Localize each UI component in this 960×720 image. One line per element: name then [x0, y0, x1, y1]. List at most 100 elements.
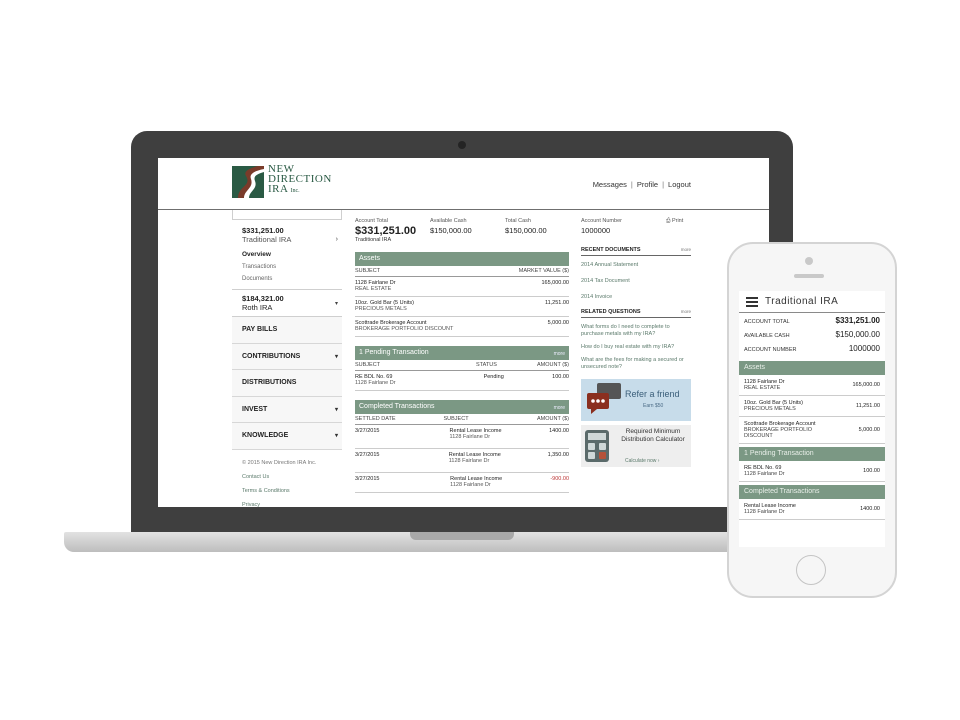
brand-name: NEW DIRECTION IRA Inc.	[268, 164, 332, 196]
col-subject: SUBJECT	[355, 268, 381, 274]
summary-label: ACCOUNT NUMBER	[744, 347, 797, 353]
related-questions-header: RELATED QUESTIONS more	[581, 309, 691, 318]
nav-separator: |	[630, 180, 633, 189]
refer-subtitle: Earn $50	[643, 403, 664, 409]
stat-label: Account Total	[355, 218, 388, 224]
chevron-right-icon: ›	[335, 236, 338, 243]
phone-speaker	[794, 274, 824, 278]
sidebar-link-documents[interactable]: Documents	[232, 273, 342, 285]
col-subject: SUBJECT	[355, 362, 381, 368]
profile-link[interactable]: Profile	[637, 180, 658, 189]
mobile-title: Traditional IRA	[765, 296, 839, 307]
sidebar-item-label: PAY BILLS	[242, 326, 278, 333]
question-link[interactable]: What forms do I need to complete to purc…	[581, 324, 691, 338]
calculate-now-link[interactable]: Calculate now ›	[625, 458, 659, 464]
row-subtitle: 1128 Fairlane Dr	[744, 471, 785, 477]
refer-title: Refer a friend	[625, 389, 680, 399]
row-value: 100.00	[863, 468, 880, 474]
chat-bubbles-icon	[587, 383, 621, 414]
assets-columns: SUBJECT MARKET VALUE ($)	[355, 266, 569, 277]
logout-link[interactable]: Logout	[668, 180, 691, 189]
more-link[interactable]: more	[681, 247, 691, 252]
desktop-screen: NEW DIRECTION IRA Inc. Messages | Profile | L…	[158, 158, 769, 507]
stat-value: $150,000.00	[505, 226, 547, 235]
rmd-calculator-card[interactable]: Required Minimum Distribution Calculator…	[581, 425, 691, 467]
recent-documents-header: RECENT DOCUMENTS more	[581, 247, 691, 256]
row-amount: 100.00	[552, 374, 569, 380]
panel-title: Completed Transactions	[359, 403, 435, 410]
row-amount: -900.00	[550, 476, 569, 482]
sidebar-item-label: INVEST	[242, 405, 268, 413]
stat-total-cash: Total Cash $150,000.00	[505, 218, 569, 243]
row-date: 3/27/2015	[355, 452, 380, 458]
account-number: 1000000	[581, 226, 611, 235]
laptop-camera	[458, 141, 466, 149]
table-row[interactable]: 3/27/2015 Rental Lease Income 1128 Fairla…	[355, 425, 569, 449]
table-row[interactable]: 1128 Fairlane Dr REAL ESTATE 165,000.00	[355, 277, 569, 297]
logo-icon[interactable]	[232, 166, 264, 198]
panel-title: 1 Pending Transaction	[359, 349, 429, 356]
brand-ira: IRA	[268, 183, 289, 195]
col-amount: AMOUNT ($)	[537, 362, 569, 368]
row-subtitle: 1128 Fairlane Dr	[450, 482, 491, 488]
nav-separator: |	[662, 180, 665, 189]
list-item[interactable]: 1128 Fairlane Dr REAL ESTATE 165,000.00	[739, 375, 885, 396]
calculator-title: Required Minimum Distribution Calculator	[621, 428, 685, 443]
list-item[interactable]: RE BDL No. 69 1128 Fairlane Dr 100.00	[739, 461, 885, 482]
more-link[interactable]: more	[554, 404, 565, 412]
stat-label: Total Cash	[505, 218, 531, 224]
stat-value: $150,000.00	[430, 226, 472, 235]
refer-a-friend-card[interactable]: Refer a friend Earn $50	[581, 379, 691, 421]
document-link[interactable]: 2014 Tax Document	[581, 278, 691, 285]
sidebar-link-transactions[interactable]: Transactions	[232, 261, 342, 273]
document-link[interactable]: 2014 Invoice	[581, 294, 691, 301]
sidebar-item-knowledge[interactable]: KNOWLEDGE ▾	[232, 423, 342, 450]
sidebar-item-pay-bills[interactable]: PAY BILLS	[232, 317, 342, 344]
row-value: 1400.00	[860, 506, 880, 512]
calculator-icon	[585, 430, 609, 462]
sidebar-account-roth[interactable]: $184,321.00 Roth IRA ▾	[232, 289, 342, 317]
question-link[interactable]: How do I buy real estate with my IRA?	[581, 344, 691, 351]
sidebar-item-distributions[interactable]: DISTRIBUTIONS	[232, 370, 342, 397]
account-amount: $331,251.00	[242, 226, 284, 235]
stat-available-cash: Available Cash $150,000.00	[430, 218, 505, 243]
summary-label: ACCOUNT TOTAL	[744, 319, 790, 325]
messages-link[interactable]: Messages	[593, 180, 627, 189]
table-row[interactable]: RE BDL No. 69 1128 Fairlane Dr Pending 10…	[355, 371, 569, 391]
row-value: 5,000.00	[858, 427, 880, 433]
col-settled-date: SETTLED DATE	[355, 416, 396, 422]
privacy-link[interactable]: Privacy	[242, 498, 332, 508]
document-link[interactable]: 2014 Annual Statement	[581, 262, 691, 269]
sidebar-link-overview[interactable]: Overview	[232, 248, 342, 261]
sidebar-item-contributions[interactable]: CONTRIBUTIONS ▾	[232, 343, 342, 370]
table-row[interactable]: 3/27/2015 Rental Lease Income 1128 Fairla…	[355, 473, 569, 493]
sidebar-account-traditional[interactable]: $331,251.00 Traditional IRA ›	[232, 220, 342, 248]
more-link[interactable]: more	[554, 350, 565, 358]
print-button[interactable]: ⎙ Print	[666, 218, 683, 225]
terms-link[interactable]: Terms & Conditions	[242, 484, 332, 498]
more-link[interactable]: more	[681, 309, 691, 314]
summary-value: 1000000	[848, 344, 880, 353]
table-row[interactable]: Scottrade Brokerage Account BROKERAGE POR…	[355, 317, 569, 337]
row-value: 11,251.00	[544, 300, 569, 306]
stat-subtext: Traditional IRA	[355, 237, 392, 243]
hamburger-menu-icon[interactable]	[746, 297, 758, 307]
table-row[interactable]: 10oz. Gold Bar (5 Units) PRECIOUS METALS …	[355, 297, 569, 317]
summary-value: $150,000.00	[835, 330, 881, 339]
table-row[interactable]: 3/27/2015 Rental Lease Income 1128 Fairla…	[355, 449, 569, 473]
contact-link[interactable]: Contact Us	[242, 470, 332, 484]
list-item[interactable]: Scottrade Brokerage Account BROKERAGE POR…	[739, 417, 885, 444]
row-subtitle: BROKERAGE PORTFOLIO DISCOUNT	[355, 326, 454, 332]
row-value: 165,000.00	[852, 382, 880, 388]
sidebar-item-invest[interactable]: INVEST ▾	[232, 396, 342, 423]
row-subtitle: REAL ESTATE	[744, 385, 781, 391]
brand-inc: Inc.	[290, 188, 300, 194]
account-summary: Account Total $331,251.00 Traditional IR…	[355, 218, 569, 243]
list-item[interactable]: Rental Lease Income 1128 Fairlane Dr 1400…	[739, 499, 885, 520]
mobile-summary: ACCOUNT TOTAL $331,251.00 AVAILABLE CASH $…	[739, 313, 885, 358]
list-item[interactable]: 10oz. Gold Bar (5 Units) PRECIOUS METALS …	[739, 396, 885, 417]
summary-label: AVAILABLE CASH	[744, 333, 790, 339]
brand-line-3: IRA Inc.	[268, 184, 332, 196]
summary-row: ACCOUNT TOTAL $331,251.00	[744, 316, 880, 330]
question-link[interactable]: What are the fees for making a secured o…	[581, 357, 691, 371]
